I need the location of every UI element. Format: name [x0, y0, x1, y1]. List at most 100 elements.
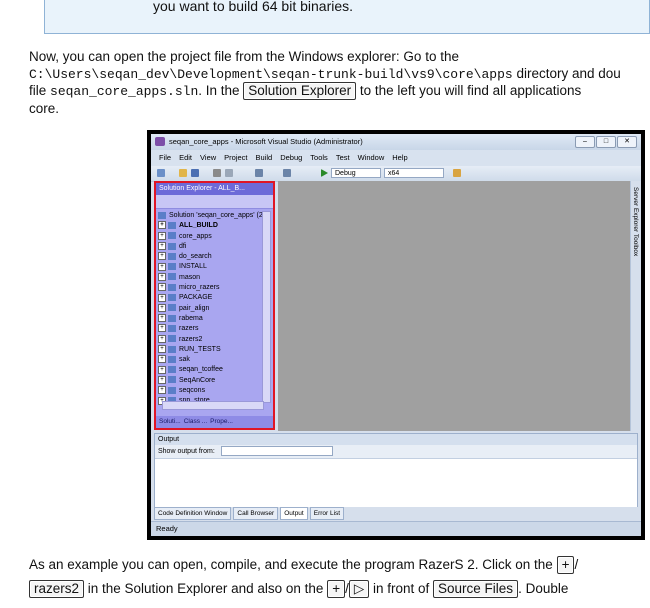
project-item[interactable]: + sak [158, 355, 273, 365]
solution-explorer-toolbar [156, 195, 273, 209]
side-tabs-label[interactable]: Server Explorer Toolbox [632, 187, 639, 256]
expand-icon[interactable]: + [158, 231, 166, 240]
menu-item[interactable]: File [159, 153, 171, 162]
paragraph-line: razers2 in the Solution Explorer and als… [29, 580, 568, 598]
menu-item[interactable]: Edit [179, 153, 192, 162]
project-item[interactable]: + SeqAnCore [158, 375, 273, 386]
project-item[interactable]: + dfi [158, 242, 273, 252]
text: directory and dou [512, 66, 621, 81]
bottom-tab[interactable]: Error List [309, 507, 345, 520]
project-label: RUN_TESTS [179, 345, 221, 353]
find-icon[interactable] [453, 169, 461, 177]
text: in the Solution Explorer and also on the [84, 581, 328, 596]
output-source-label: Show output from: [158, 448, 215, 455]
maximize-icon[interactable]: □ [596, 136, 616, 148]
plus-button-label: + [556, 556, 575, 574]
menu-item[interactable]: Help [392, 153, 407, 162]
platform-select[interactable]: x64 [384, 168, 444, 178]
expand-icon[interactable]: + [158, 324, 166, 333]
paragraph-line: As an example you can open, compile, and… [29, 556, 578, 574]
paragraph-line: core. [29, 100, 59, 118]
project-label: micro_razers [179, 284, 220, 292]
expand-icon[interactable]: + [158, 293, 166, 302]
project-label: seqcons [179, 387, 206, 395]
project-icon [168, 376, 176, 384]
play-button-label: ▷ [348, 580, 370, 598]
text: . In the [198, 83, 244, 98]
menu-item[interactable]: Debug [280, 153, 302, 162]
project-item[interactable]: + seqcons [158, 386, 273, 396]
menu-item[interactable]: Tools [310, 153, 328, 162]
expand-icon[interactable]: + [158, 262, 166, 271]
panel-tab[interactable]: Soluti... [159, 418, 181, 425]
solution-root[interactable]: Solution 'seqan_core_apps' (2 [158, 211, 273, 221]
project-item[interactable]: + micro_razers [158, 283, 273, 293]
output-source-select[interactable] [220, 446, 333, 457]
paragraph-line: file seqan_core_apps.sln. In the Solutio… [29, 82, 581, 101]
note-text: you want to build 64 bit binaries. [153, 0, 354, 14]
redo-icon[interactable] [283, 169, 291, 177]
copy-icon[interactable] [225, 169, 233, 177]
undo-icon[interactable] [255, 169, 263, 177]
project-icon [168, 252, 176, 260]
panel-tab[interactable]: Class ... [184, 418, 207, 425]
cut-icon[interactable] [213, 169, 221, 177]
project-item[interactable]: + pair_align [158, 303, 273, 314]
menu-item[interactable]: Build [256, 153, 273, 162]
project-item[interactable]: + core_apps [158, 231, 273, 242]
save-icon[interactable] [191, 169, 199, 177]
project-label: INSTALL [179, 263, 207, 271]
plus-button-label: + [327, 580, 346, 598]
project-icon [168, 386, 176, 394]
expand-icon[interactable]: + [158, 355, 166, 364]
expand-icon[interactable]: + [158, 314, 166, 323]
project-item[interactable]: + ALL_BUILD [158, 221, 273, 231]
vertical-scrollbar[interactable] [262, 211, 271, 403]
visual-studio-window: seqan_core_apps - Microsoft Visual Studi… [151, 134, 641, 536]
bottom-tab[interactable]: Call Browser [233, 507, 279, 520]
new-project-icon[interactable] [157, 169, 165, 177]
solution-explorer: Solution Explorer - ALL_B... Solution 's… [154, 181, 275, 430]
bottom-tab[interactable]: Code Definition Window [154, 507, 232, 520]
expand-icon[interactable]: + [158, 345, 166, 354]
project-item[interactable]: + RUN_TESTS [158, 345, 273, 355]
bottom-tab[interactable]: Output [280, 507, 308, 520]
project-item[interactable]: + INSTALL [158, 262, 273, 272]
expand-icon[interactable]: + [158, 252, 166, 261]
start-debug-icon[interactable] [321, 169, 328, 177]
project-item[interactable]: + do_search [158, 252, 273, 262]
project-item[interactable]: + mason [158, 272, 273, 283]
project-item[interactable]: + PACKAGE [158, 293, 273, 303]
menu-item[interactable]: Test [336, 153, 350, 162]
side-tab-bar: Server Explorer Toolbox [630, 181, 641, 431]
project-item[interactable]: + razers2 [158, 334, 273, 345]
expand-icon[interactable]: + [158, 242, 166, 251]
menu-item[interactable]: Window [358, 153, 385, 162]
output-panel: Output Show output from: [154, 433, 638, 509]
project-list: Solution 'seqan_core_apps' (2 + ALL_BUILD… [156, 209, 273, 407]
open-icon[interactable] [179, 169, 187, 177]
expand-icon[interactable]: + [158, 365, 166, 374]
expand-icon[interactable]: + [158, 375, 166, 384]
project-label: razers [179, 325, 199, 333]
project-item[interactable]: + seqan_tcoffee [158, 365, 273, 375]
expand-icon[interactable]: + [158, 221, 166, 230]
configuration-select[interactable]: Debug [331, 168, 381, 178]
expand-icon[interactable]: + [158, 283, 166, 292]
menu-item[interactable]: Project [224, 153, 247, 162]
close-icon[interactable]: ✕ [617, 136, 637, 148]
project-item[interactable]: + rabema [158, 314, 273, 324]
project-icon [168, 263, 176, 271]
expand-icon[interactable]: + [158, 303, 166, 312]
expand-icon[interactable]: + [158, 334, 166, 343]
expand-icon[interactable]: + [158, 272, 166, 281]
project-icon [168, 355, 176, 363]
menu-item[interactable]: View [200, 153, 216, 162]
panel-tab[interactable]: Prope... [210, 418, 233, 425]
project-item[interactable]: + razers [158, 324, 273, 334]
project-label: PACKAGE [179, 294, 213, 302]
project-icon [168, 294, 176, 302]
horizontal-scrollbar[interactable] [162, 401, 264, 410]
expand-icon[interactable]: + [158, 386, 166, 395]
minimize-icon[interactable]: – [575, 136, 595, 148]
